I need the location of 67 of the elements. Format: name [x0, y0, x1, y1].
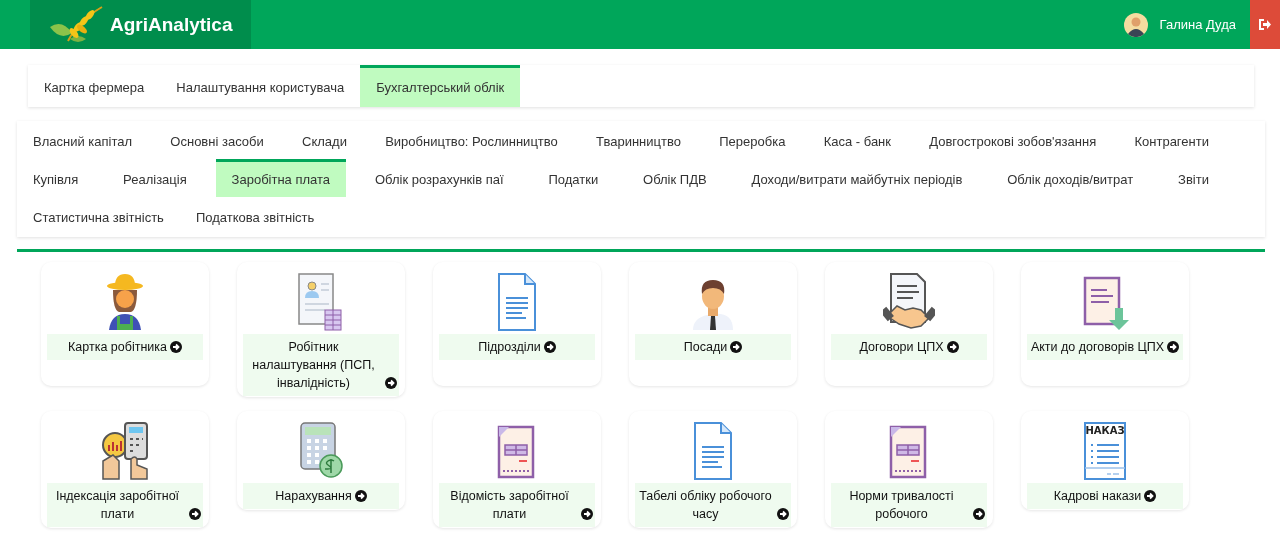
arrow-circle-icon [730, 341, 743, 353]
menu-card[interactable]: НАКАЗ Кадрові накази [1021, 411, 1189, 510]
section-tab[interactable]: Реалізація [107, 159, 203, 197]
card-label: Кадрові накази [1053, 488, 1142, 505]
arrow-circle-icon [581, 508, 593, 520]
logout-icon [1259, 19, 1271, 30]
section-tab[interactable]: Податкова звітність [179, 197, 331, 235]
section-tab[interactable]: Каса - банк [807, 121, 907, 159]
section-tab[interactable]: Переробка [703, 121, 802, 159]
arrow-circle-icon [169, 341, 182, 353]
section-tab[interactable]: Основні засоби [154, 121, 280, 159]
section-tab[interactable]: Статистична звітність [17, 197, 180, 235]
section-tab[interactable]: Тваринництво [580, 121, 697, 159]
main-tab[interactable]: Налаштування користувача [160, 65, 361, 107]
menu-card[interactable]: Індексація заробітної плати [41, 411, 209, 528]
arrow-circle-icon [385, 377, 397, 389]
logo-text: AgriAnalytica [110, 13, 233, 36]
menu-card[interactable]: Договори ЦПХ [825, 262, 993, 386]
section-tab[interactable]: Контрагенти [1118, 121, 1225, 159]
contract-handshake-icon [883, 272, 935, 332]
wheat-leaf-icon [48, 4, 104, 45]
section-tab[interactable]: Облік ПДВ [627, 159, 723, 197]
main-tab[interactable]: Картка фермера [28, 65, 161, 107]
menu-card[interactable]: Нарахування [237, 411, 405, 510]
section-tab[interactable]: Облік доходів/витрат [991, 159, 1150, 197]
menu-card[interactable]: Картка робітника [41, 262, 209, 386]
arrow-circle-icon [973, 508, 985, 520]
section-tab[interactable]: Виробництво: Рослинництво [369, 121, 574, 159]
arrow-circle-icon [1167, 341, 1180, 353]
menu-card[interactable]: Норми тривалості робочого [825, 411, 993, 528]
main-tab[interactable]: Бухгалтерський облік [360, 65, 521, 107]
section-tab[interactable]: Податки [532, 159, 615, 197]
menu-card[interactable]: Підрозділи [433, 262, 601, 386]
card-label: Індексація заробітної плати [54, 488, 181, 523]
calculator-chart-icon [99, 421, 151, 481]
menu-card[interactable]: Посади [629, 262, 797, 386]
logo-block[interactable]: AgriAnalytica [30, 0, 251, 49]
card-label: Договори ЦПХ [859, 339, 944, 356]
card-label: Норми тривалості робочого [848, 488, 955, 523]
card-label: Підрозділи [478, 339, 541, 356]
card-label: Табелі обліку робочого часу [638, 488, 773, 523]
avatar-icon [1123, 12, 1148, 37]
section-tab[interactable]: Доходи/витрати майбутніх періодів [735, 159, 979, 197]
arrow-circle-icon [354, 490, 367, 502]
section-tab[interactable]: Довгострокові зобов'язання [913, 121, 1113, 159]
arrow-circle-icon [543, 341, 556, 353]
section-tab[interactable]: Звіти [1162, 159, 1225, 197]
menu-card[interactable]: Акти до договорів ЦПХ [1021, 262, 1189, 386]
menu-card[interactable]: Табелі обліку робочого часу [629, 411, 797, 528]
section-tab[interactable]: Склади [286, 121, 363, 159]
section-tab[interactable]: Заробітна плата [215, 159, 347, 197]
card-label: Робітник налаштування (ПСП, інвалідність) [251, 339, 376, 392]
section-tab[interactable]: Власний капітал [17, 121, 149, 159]
section-tab[interactable]: Купівля [17, 159, 95, 197]
card-label: Відомість заробітної плати [449, 488, 570, 523]
section-tab[interactable]: Облік розрахунків паї [358, 159, 520, 197]
menu-card[interactable]: Робітник налаштування (ПСП, інвалідність) [237, 262, 405, 397]
card-label: Акти до договорів ЦПХ [1030, 339, 1165, 356]
arrow-circle-icon [946, 341, 959, 353]
card-label: Картка робітника [68, 339, 167, 356]
card-label: Посади [683, 339, 728, 356]
menu-card[interactable]: Відомість заробітної плати [433, 411, 601, 528]
logout-button[interactable] [1250, 0, 1280, 49]
arrow-circle-icon [189, 508, 201, 520]
arrow-circle-icon [777, 508, 789, 520]
card-label: Нарахування [275, 488, 352, 505]
arrow-circle-icon [1144, 490, 1157, 502]
